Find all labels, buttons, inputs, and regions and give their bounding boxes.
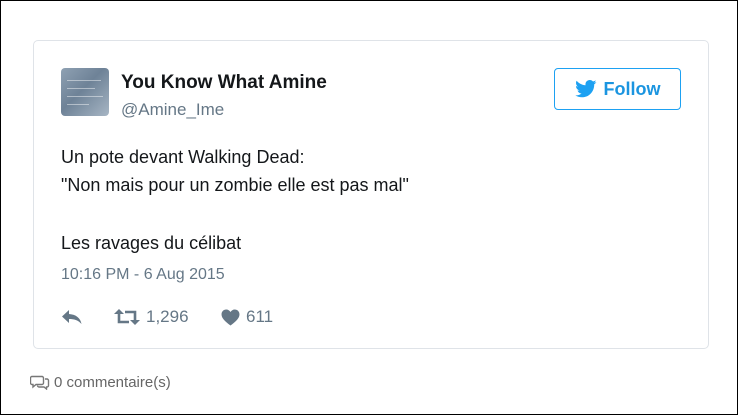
retweet-count: 1,296 — [146, 307, 189, 326]
like-count: 611 — [246, 307, 274, 326]
tweet-timestamp[interactable]: 10:16 PM - 6 Aug 2015 — [61, 266, 225, 284]
comments-icon — [30, 375, 50, 390]
avatar[interactable] — [61, 68, 109, 116]
follow-button[interactable]: Follow — [554, 68, 681, 110]
twitter-bird-icon — [574, 80, 596, 98]
tweet-text-line-2: "Non mais pour un zombie elle est pas ma… — [61, 175, 409, 195]
comments-link[interactable]: 0 commentaire(s) — [30, 371, 171, 393]
tweet-text-line-3: Les ravages du célibat — [61, 233, 242, 253]
follow-label: Follow — [603, 78, 661, 99]
tweet-text-line-1: Un pote devant Walking Dead: — [61, 147, 305, 167]
reply-button[interactable] — [61, 305, 83, 329]
author-name[interactable]: You Know What Amine — [121, 72, 327, 94]
tweet-card: You Know What Amine @Amine_Ime Follow Un… — [33, 40, 709, 349]
comments-label: 0 commentaire(s) — [54, 373, 171, 391]
like-button[interactable]: 611 — [221, 305, 273, 329]
retweet-button[interactable]: 1,296 — [114, 305, 189, 329]
heart-icon — [221, 308, 240, 326]
retweet-icon — [114, 309, 140, 325]
author-handle[interactable]: @Amine_Ime — [121, 100, 224, 120]
reply-icon — [62, 310, 82, 324]
